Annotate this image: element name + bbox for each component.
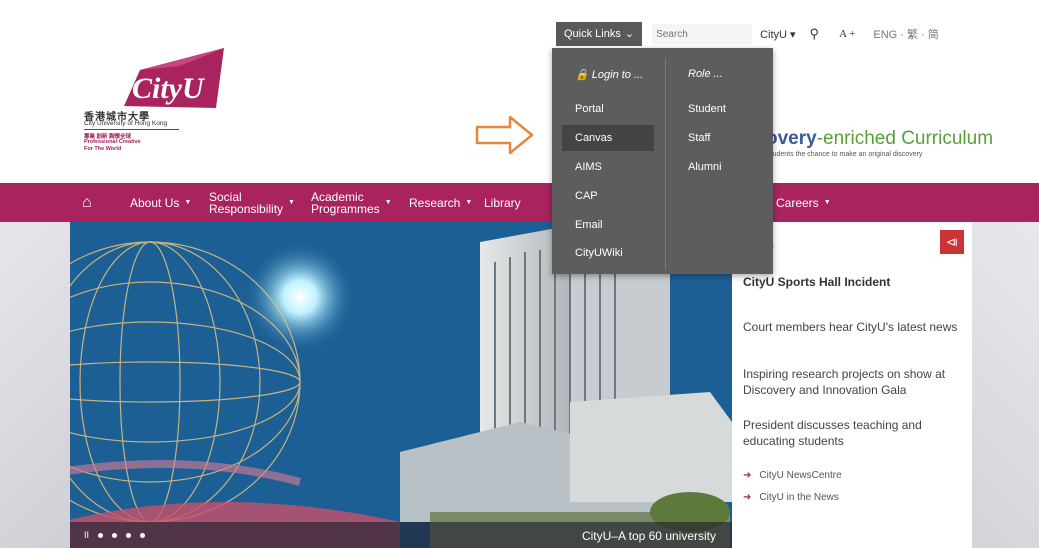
dropdown-divider bbox=[665, 58, 666, 270]
news-link-in-the-news[interactable]: ➜ CityU in the News bbox=[743, 492, 839, 503]
hero-caption[interactable]: CityU–A top 60 university bbox=[582, 529, 716, 543]
carousel-dot[interactable] bbox=[112, 532, 118, 538]
tagline-accent: overy bbox=[766, 128, 817, 149]
language-switcher[interactable]: ENG · 繁 · 简 bbox=[873, 26, 938, 42]
tagline-rest: -enriched Curriculum bbox=[816, 128, 994, 149]
arrow-right-icon: ➜ bbox=[743, 492, 752, 503]
menu-item-cityuwiki[interactable]: CityUWiki bbox=[575, 247, 623, 259]
menu-item-email[interactable]: Email bbox=[575, 219, 603, 231]
tagline-title: overy-enriched Curriculum bbox=[766, 128, 993, 150]
nav-item-research[interactable]: Research ▼ bbox=[409, 183, 472, 222]
menu-item-student[interactable]: Student bbox=[688, 103, 726, 115]
caret-down-icon: ▼ bbox=[823, 198, 831, 206]
quick-links-button[interactable]: Quick Links ⌄ bbox=[556, 22, 643, 46]
carousel-dot[interactable] bbox=[98, 532, 104, 538]
news-item[interactable]: President discusses teaching and educati… bbox=[743, 417, 968, 449]
logo-motto-line-2: For The World bbox=[84, 146, 122, 152]
carousel-pager[interactable]: II bbox=[84, 530, 146, 540]
cityu-logo[interactable]: CityU 香港城市大學 City University of Hong Kon… bbox=[84, 48, 234, 158]
pause-icon[interactable]: II bbox=[84, 530, 89, 540]
nav-social-label: Social Responsibility bbox=[209, 189, 284, 216]
menu-item-aims[interactable]: AIMS bbox=[575, 161, 602, 173]
quick-links-dropdown: 🔒 Login to ... Role ... Portal Canvas AI… bbox=[552, 48, 773, 274]
search-input[interactable] bbox=[652, 24, 753, 44]
rss-icon[interactable]: ⧏ bbox=[940, 230, 964, 254]
home-icon[interactable]: ⌂ bbox=[82, 183, 92, 222]
nav-careers-label: Careers bbox=[776, 195, 819, 210]
caret-down-icon: ▼ bbox=[184, 198, 192, 206]
news-item[interactable]: CityU Sports Hall Incident bbox=[743, 274, 968, 290]
menu-item-canvas[interactable]: Canvas bbox=[575, 132, 612, 144]
caret-down-icon: ▼ bbox=[384, 198, 392, 206]
chevron-down-icon: ⌄ bbox=[624, 28, 635, 40]
lock-icon: 🔒 bbox=[575, 69, 589, 81]
news-link-label: CityU in the News bbox=[759, 492, 839, 503]
search-icon[interactable]: ⚲ bbox=[810, 26, 820, 42]
role-header: Role ... bbox=[688, 68, 723, 80]
login-to-label: Login to ... bbox=[591, 69, 644, 81]
discovery-tagline[interactable]: overy-enriched Curriculum Students the c… bbox=[766, 128, 993, 158]
news-link-newscentre[interactable]: ➜ CityU NewsCentre bbox=[743, 470, 842, 481]
nav-item-academic-programmes[interactable]: Academic Programmes ▼ bbox=[311, 183, 392, 222]
pointer-arrow-icon bbox=[475, 115, 534, 155]
background-right bbox=[972, 222, 1039, 548]
news-item[interactable]: Court members hear CityU's latest news bbox=[743, 319, 968, 335]
logo-english-name: City University of Hong Kong bbox=[84, 120, 168, 127]
search-scope-select[interactable]: CityU ▾ bbox=[760, 28, 795, 41]
logo-motto-line-1: Professional·Creative bbox=[84, 139, 141, 145]
search-scope-label: CityU bbox=[760, 28, 787, 41]
arrow-right-icon: ➜ bbox=[743, 470, 752, 481]
nav-library-label: Library bbox=[484, 195, 521, 210]
news-link-label: CityU NewsCentre bbox=[759, 470, 842, 481]
page: Quick Links ⌄ CityU ▾ ⚲ A + ENG · 繁 · 简 … bbox=[0, 0, 1039, 548]
login-to-header: 🔒 Login to ... bbox=[575, 68, 643, 81]
nav-about-label: About Us bbox=[130, 195, 180, 210]
logo-brand-text: CityU bbox=[132, 72, 204, 105]
carousel-dot[interactable] bbox=[140, 532, 146, 538]
nav-item-library[interactable]: Library bbox=[484, 183, 521, 222]
menu-item-portal[interactable]: Portal bbox=[575, 103, 604, 115]
caret-down-icon: ▼ bbox=[465, 198, 473, 206]
nav-item-about-us[interactable]: About Us ▼ bbox=[130, 183, 191, 222]
nav-item-social-responsibility[interactable]: Social Responsibility ▼ bbox=[209, 183, 295, 222]
menu-item-alumni[interactable]: Alumni bbox=[688, 161, 722, 173]
carousel-dot[interactable] bbox=[126, 532, 132, 538]
menu-item-staff[interactable]: Staff bbox=[688, 132, 710, 144]
caret-down-icon: ▼ bbox=[288, 198, 295, 206]
font-size-button[interactable]: A + bbox=[839, 28, 855, 40]
main-navigation: ⌂ About Us ▼ Social Responsibility ▼ Acade… bbox=[0, 183, 1039, 222]
news-item[interactable]: Inspiring research projects on show at D… bbox=[743, 366, 968, 398]
background-left bbox=[0, 222, 70, 548]
nav-research-label: Research bbox=[409, 195, 461, 210]
nav-academic-label: Academic Programmes bbox=[311, 189, 380, 216]
nav-item-careers[interactable]: Careers ▼ bbox=[776, 183, 831, 222]
top-utility-bar: Quick Links ⌄ CityU ▾ ⚲ A + ENG · 繁 · 简 bbox=[556, 22, 939, 46]
logo-divider bbox=[84, 129, 179, 130]
tagline-subtitle: Students the chance to make an original … bbox=[766, 151, 923, 158]
quick-links-label: Quick Links bbox=[564, 28, 621, 40]
menu-item-cap[interactable]: CAP bbox=[575, 190, 598, 202]
